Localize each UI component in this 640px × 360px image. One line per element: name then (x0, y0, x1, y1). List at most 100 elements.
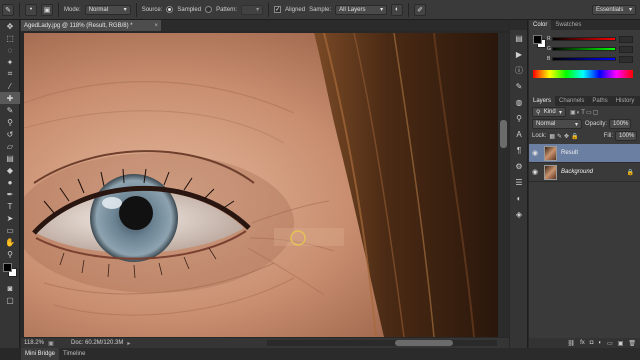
source-pattern-radio[interactable] (205, 6, 213, 13)
status-bar: 118.2% ▣ Doc: 60.2M/120.3M ▸ (21, 338, 509, 348)
ignore-adjustment-layers-icon[interactable]: ◐ (391, 3, 404, 16)
adjustments-panel-icon[interactable]: ◐ (510, 190, 528, 206)
quick-mask-icon[interactable]: ◙ (0, 282, 20, 294)
fill-field[interactable]: 100% (615, 131, 637, 141)
new-layer-icon[interactable]: ▣ (618, 340, 624, 347)
brush-tool-icon[interactable]: ✎ (0, 104, 20, 116)
quick-selection-tool-icon[interactable]: ✦ (0, 56, 20, 68)
pattern-picker[interactable]: ▾ (241, 4, 264, 15)
zoom-level[interactable]: 118.2% (21, 340, 45, 346)
layer-filter-select[interactable]: ⚲ Kind ▾ (532, 107, 566, 117)
aligned-checkbox[interactable]: ✓ (274, 6, 282, 13)
status-info-icon[interactable]: ▣ (45, 340, 57, 347)
type-tool-icon[interactable]: T (0, 200, 20, 212)
trash-icon[interactable]: 🗑 (628, 340, 636, 347)
blur-tool-icon[interactable]: ◆ (0, 164, 20, 176)
clone-source-icon[interactable]: ⚲ (510, 110, 528, 126)
tab-paths[interactable]: Paths (588, 96, 611, 106)
marquee-tool-icon[interactable]: ⬚ (0, 32, 20, 44)
document-canvas[interactable] (24, 33, 498, 337)
lasso-tool-icon[interactable]: ◌ (0, 44, 20, 56)
tab-swatches[interactable]: Swatches (551, 20, 585, 30)
green-slider[interactable]: G (547, 44, 640, 54)
history-panel-icon[interactable]: ▤ (510, 30, 528, 46)
color-panel-tabs: Color Swatches (529, 20, 640, 30)
tool-presets-icon[interactable]: ⚙ (510, 158, 528, 174)
layer-filter-icons[interactable]: ▣◐T▭▢ (570, 109, 599, 116)
vertical-scrollbar-thumb[interactable] (500, 120, 507, 148)
mask-icon[interactable]: ◘ (590, 340, 594, 346)
brush-panel-icon[interactable]: ✎ (510, 78, 528, 94)
red-value-field[interactable] (619, 35, 633, 43)
blue-value-field[interactable] (619, 55, 633, 63)
layers-footer: ⛓ fx ◘ ◐ ▭ ▣ 🗑 (529, 338, 640, 348)
clone-stamp-tool-icon[interactable]: ⚲ (0, 116, 20, 128)
dodge-tool-icon[interactable]: ● (0, 176, 20, 188)
history-brush-tool-icon[interactable]: ↺ (0, 128, 20, 140)
clone-source-panel-icon[interactable]: ▣ (41, 3, 53, 16)
tab-history[interactable]: History (612, 96, 639, 106)
sample-select[interactable]: All Layers ▾ (335, 4, 388, 15)
green-value-field[interactable] (619, 45, 633, 53)
foreground-color-swatch[interactable] (3, 263, 12, 272)
layer-thumbnail (544, 145, 557, 161)
styles-panel-icon[interactable]: ◈ (510, 206, 528, 222)
brush-size-picker-icon[interactable]: • (25, 3, 37, 16)
vertical-scrollbar[interactable] (498, 33, 509, 337)
horizontal-scrollbar-thumb[interactable] (395, 340, 453, 346)
properties-panel-icon[interactable]: ☰ (510, 174, 528, 190)
red-slider-track[interactable] (552, 37, 616, 41)
lock-icon: 🔒 (626, 169, 634, 176)
green-slider-track[interactable] (552, 47, 616, 51)
horizontal-scrollbar[interactable] (267, 340, 497, 346)
shape-tool-icon[interactable]: ▭ (0, 224, 20, 236)
tab-channels[interactable]: Channels (555, 96, 588, 106)
blend-mode-select[interactable]: Normal ▾ (532, 119, 582, 129)
paragraph-panel-icon[interactable]: ¶ (510, 142, 528, 158)
pen-tool-icon[interactable]: ✒ (0, 188, 20, 200)
healing-brush-tool-icon[interactable]: ✚ (0, 92, 20, 104)
character-panel-icon[interactable]: A (510, 126, 528, 142)
zoom-tool-icon[interactable]: ⚲ (0, 248, 20, 260)
gradient-tool-icon[interactable]: ▤ (0, 152, 20, 164)
hand-tool-icon[interactable]: ✋ (0, 236, 20, 248)
workspace-select[interactable]: Essentials ▾ (592, 4, 636, 15)
move-tool-icon[interactable]: ✥ (0, 20, 20, 32)
foreground-color-chip[interactable] (533, 35, 542, 44)
blue-slider[interactable]: B (547, 54, 640, 64)
close-icon[interactable]: × (154, 23, 158, 29)
healing-brush-preset-icon[interactable]: ✎ (2, 3, 14, 16)
info-panel-icon[interactable]: ⓘ (510, 62, 528, 78)
folder-icon[interactable]: ▭ (607, 340, 613, 347)
eraser-tool-icon[interactable]: ▱ (0, 140, 20, 152)
tab-color[interactable]: Color (529, 20, 552, 30)
crop-tool-icon[interactable]: ⌗ (0, 68, 20, 80)
adjustment-icon[interactable]: ◐ (598, 340, 602, 346)
fx-icon[interactable]: fx (580, 340, 585, 346)
status-menu-icon[interactable]: ▸ (127, 340, 130, 347)
brush-presets-icon[interactable]: ◍ (510, 94, 528, 110)
red-slider[interactable]: R (547, 34, 640, 44)
tab-timeline[interactable]: Timeline (59, 348, 89, 360)
source-sampled-radio[interactable] (166, 6, 174, 13)
actions-panel-icon[interactable]: ▶ (510, 46, 528, 62)
lock-icons[interactable]: ▦✎✥🔒 (549, 133, 580, 140)
eye-icon[interactable]: ◉ (529, 149, 541, 157)
mode-select[interactable]: Normal ▾ (84, 4, 131, 15)
tab-mini-bridge[interactable]: Mini Bridge (21, 348, 60, 360)
blend-mode-value: Normal (536, 121, 556, 127)
blue-slider-track[interactable] (552, 57, 616, 61)
layer-row-result[interactable]: ◉ Result (529, 144, 640, 163)
document-tab[interactable]: AgedLady.jpg @ 118% (Result, RGB/8) * × (21, 20, 161, 31)
color-spectrum-ramp[interactable] (533, 70, 633, 78)
screen-mode-icon[interactable]: ▢ (0, 294, 20, 306)
eyedropper-tool-icon[interactable]: ⁄ (0, 80, 20, 92)
layer-row-background[interactable]: ◉ Background 🔒 (529, 163, 640, 182)
eye-icon[interactable]: ◉ (529, 168, 541, 176)
pressure-size-icon[interactable]: ✐ (414, 3, 427, 16)
link-icon[interactable]: ⛓ (567, 340, 575, 347)
tab-layers[interactable]: Layers (529, 96, 556, 106)
path-selection-tool-icon[interactable]: ➤ (0, 212, 20, 224)
bottom-panel-tabs: Mini Bridge Timeline (21, 348, 640, 360)
opacity-field[interactable]: 100% (609, 119, 632, 129)
